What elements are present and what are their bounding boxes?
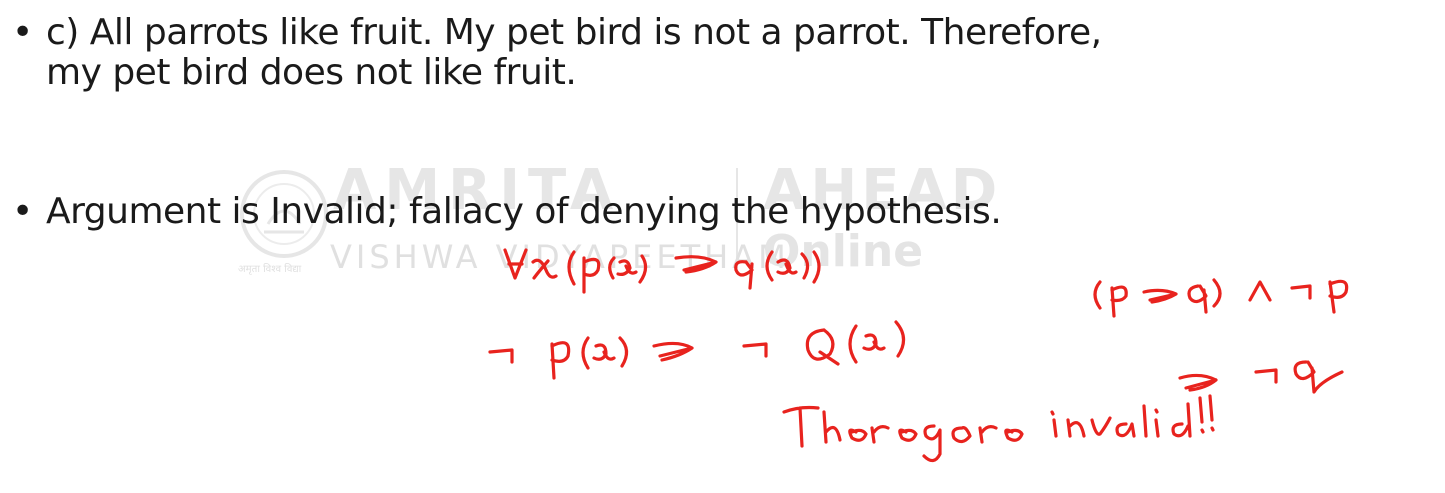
ink-x (531, 258, 558, 280)
handwritten-annotations (488, 248, 1349, 463)
ink-conclusion (782, 405, 1024, 463)
slide: AMRITA AHEAD VISHWA VIDYAPEETHAM Online … (0, 0, 1445, 493)
ink-forall (503, 248, 528, 280)
